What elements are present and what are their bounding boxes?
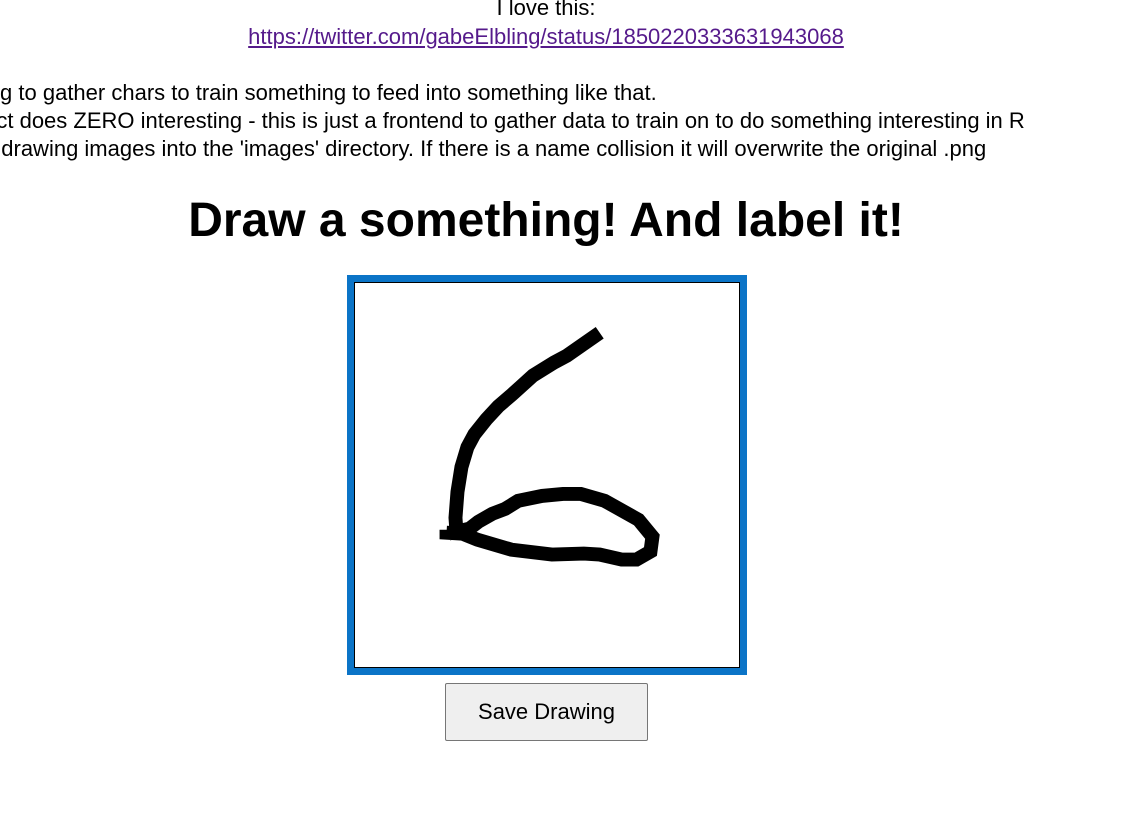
save-drawing-button[interactable]: Save Drawing xyxy=(445,683,648,741)
description: A thing to gather chars to train somethi… xyxy=(0,79,1025,163)
drawing-surface[interactable] xyxy=(355,283,739,667)
drawing-page: I love this: https://twitter.com/gabeElb… xyxy=(0,0,1128,823)
description-line-3: Save drawing images into the 'images' di… xyxy=(0,136,987,161)
drawing-canvas-frame xyxy=(347,275,747,675)
page-title: Draw a something! And label it! xyxy=(188,194,904,247)
drawing-stroke xyxy=(439,327,660,567)
tweet-link[interactable]: https://twitter.com/gabeElbling/status/1… xyxy=(0,23,1092,51)
drawing-canvas[interactable] xyxy=(354,282,740,668)
description-line-1: A thing to gather chars to train somethi… xyxy=(0,80,657,105)
description-line-2: Project does ZERO interesting - this is … xyxy=(0,108,1025,133)
intro-text: I love this: xyxy=(496,0,596,20)
